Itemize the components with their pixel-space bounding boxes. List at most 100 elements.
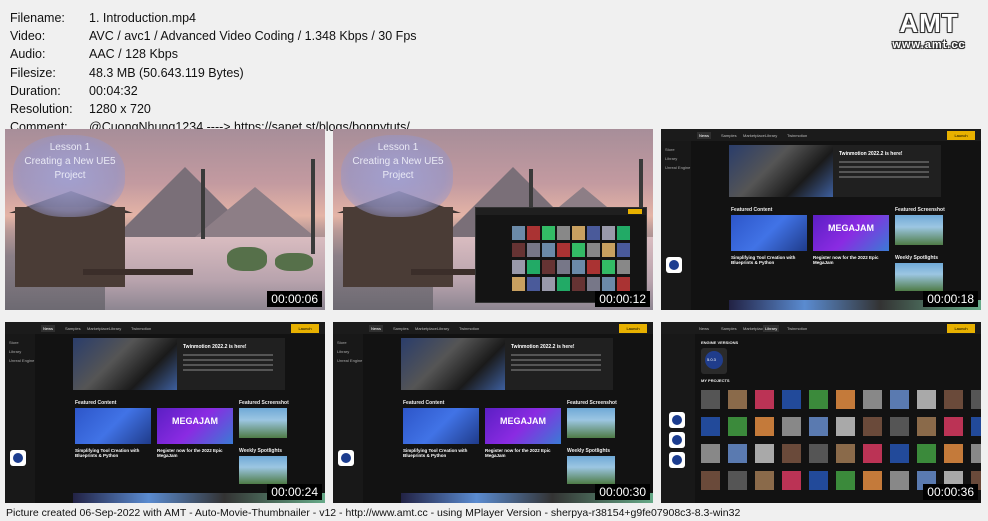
project-thumbnail[interactable] <box>782 444 801 463</box>
project-thumbnail[interactable] <box>836 471 855 490</box>
sidebar-item[interactable]: Unreal Engine <box>337 358 362 363</box>
project-thumbnail[interactable] <box>755 444 774 463</box>
project-thumbnail[interactable] <box>728 444 747 463</box>
project-thumbnail[interactable] <box>944 444 963 463</box>
tab-news[interactable]: News <box>697 325 711 332</box>
asset-tile <box>542 277 555 291</box>
project-thumbnail[interactable] <box>890 417 909 436</box>
project-thumbnail[interactable] <box>782 417 801 436</box>
tab-samples[interactable]: Samples <box>63 325 83 332</box>
tab-library[interactable]: Library <box>435 325 451 332</box>
featured-card-tools[interactable] <box>731 215 807 251</box>
tab-news[interactable]: News <box>41 325 56 332</box>
project-thumbnail[interactable] <box>890 390 909 409</box>
project-thumbnail[interactable] <box>836 417 855 436</box>
featured-screenshot-label: Featured Screenshot <box>239 400 289 406</box>
project-thumbnail[interactable] <box>917 390 936 409</box>
sidebar-item[interactable]: Store <box>9 340 19 345</box>
project-thumbnail[interactable] <box>917 417 936 436</box>
project-thumbnail[interactable] <box>863 471 882 490</box>
asset-tile <box>587 260 600 274</box>
featured-screenshot-card[interactable] <box>239 408 287 438</box>
tab-samples[interactable]: Samples <box>719 132 739 139</box>
engine-versions-label: ENGINE VERSIONS <box>701 340 739 345</box>
tab-twinmotion[interactable]: Twinmotion <box>129 325 153 332</box>
project-thumbnail[interactable] <box>863 390 882 409</box>
tab-library[interactable]: Library <box>763 325 780 332</box>
tab-library[interactable]: Library <box>107 325 123 332</box>
featured-card-tools[interactable] <box>75 408 151 444</box>
project-thumbnail[interactable] <box>917 444 936 463</box>
project-thumbnail[interactable] <box>809 390 828 409</box>
featured-card-megajam[interactable]: MEGAJAM <box>813 215 889 251</box>
tab-samples[interactable]: Samples <box>719 325 739 332</box>
tab-news[interactable]: News <box>697 132 712 139</box>
sidebar-item[interactable]: Library <box>665 156 677 161</box>
tab-twinmotion[interactable]: Twinmotion <box>785 132 809 139</box>
banner-title: Twinmotion 2022.2 is here! <box>183 344 247 350</box>
featured-screenshot-card[interactable] <box>567 408 615 438</box>
engine-version-card[interactable]: 5.0.3 <box>701 348 727 374</box>
asset-tile <box>617 243 630 257</box>
sidebar-item[interactable]: Store <box>337 340 347 345</box>
project-thumbnail[interactable] <box>863 417 882 436</box>
launch-button[interactable]: Launch <box>291 324 319 333</box>
project-thumbnail[interactable] <box>701 444 720 463</box>
project-thumbnail[interactable] <box>944 390 963 409</box>
tree <box>311 159 315 254</box>
info-value: 1. Introduction.mp4 <box>89 11 197 26</box>
thumbnail-timestamp: 00:00:30 <box>595 484 650 500</box>
featured-card-megajam[interactable]: MEGAJAM <box>485 408 561 444</box>
featured-screenshot-card[interactable] <box>895 215 943 245</box>
project-thumbnail[interactable] <box>755 390 774 409</box>
project-thumbnail[interactable] <box>971 444 981 463</box>
asset-tile <box>572 277 585 291</box>
tab-news[interactable]: News <box>369 325 384 332</box>
project-thumbnail[interactable] <box>971 417 981 436</box>
project-thumbnail[interactable] <box>755 417 774 436</box>
sidebar-item[interactable]: Library <box>9 349 21 354</box>
project-thumbnail[interactable] <box>890 471 909 490</box>
unreal-logo-icon <box>672 455 682 465</box>
project-thumbnail[interactable] <box>836 444 855 463</box>
launch-button[interactable]: Launch <box>947 324 975 333</box>
project-thumbnail[interactable] <box>863 444 882 463</box>
launcher-sidebar: Store Library Unreal Engine <box>661 141 691 310</box>
featured-card-tools[interactable] <box>403 408 479 444</box>
project-thumbnail[interactable] <box>836 390 855 409</box>
sidebar-item[interactable]: Unreal Engine <box>665 165 690 170</box>
project-thumbnail[interactable] <box>701 471 720 490</box>
sidebar-item[interactable]: Store <box>665 147 675 152</box>
project-thumbnail[interactable] <box>728 471 747 490</box>
video-thumbnail: Lesson 1 Creating a New UE5 Project 00:00:1… <box>333 129 653 310</box>
project-thumbnail[interactable] <box>782 471 801 490</box>
weekly-spotlight-card <box>895 263 943 291</box>
launch-button[interactable]: Launch <box>947 131 975 140</box>
tab-library[interactable]: Library <box>763 132 779 139</box>
featured-content-label: Featured Content <box>403 400 445 406</box>
unreal-engine-icon <box>669 452 685 468</box>
sidebar-item[interactable]: Library <box>337 349 349 354</box>
unreal-engine-icon <box>669 432 685 448</box>
featured-card-megajam[interactable]: MEGAJAM <box>157 408 233 444</box>
project-thumbnail[interactable] <box>701 417 720 436</box>
project-thumbnail[interactable] <box>755 471 774 490</box>
project-thumbnail[interactable] <box>890 444 909 463</box>
thumbnail-timestamp: 00:00:24 <box>267 484 322 500</box>
project-thumbnail[interactable] <box>728 390 747 409</box>
unreal-engine-icon <box>669 412 685 428</box>
project-thumbnail[interactable] <box>971 390 981 409</box>
project-thumbnail[interactable] <box>809 471 828 490</box>
tab-twinmotion[interactable]: Twinmotion <box>457 325 481 332</box>
project-thumbnail[interactable] <box>809 417 828 436</box>
sidebar-item[interactable]: Unreal Engine <box>9 358 34 363</box>
project-thumbnail[interactable] <box>809 444 828 463</box>
launch-button[interactable]: Launch <box>619 324 647 333</box>
project-thumbnail[interactable] <box>782 390 801 409</box>
project-thumbnail[interactable] <box>701 390 720 409</box>
asset-tile <box>527 243 540 257</box>
project-thumbnail[interactable] <box>728 417 747 436</box>
tab-samples[interactable]: Samples <box>391 325 411 332</box>
tab-twinmotion[interactable]: Twinmotion <box>785 325 809 332</box>
project-thumbnail[interactable] <box>944 417 963 436</box>
